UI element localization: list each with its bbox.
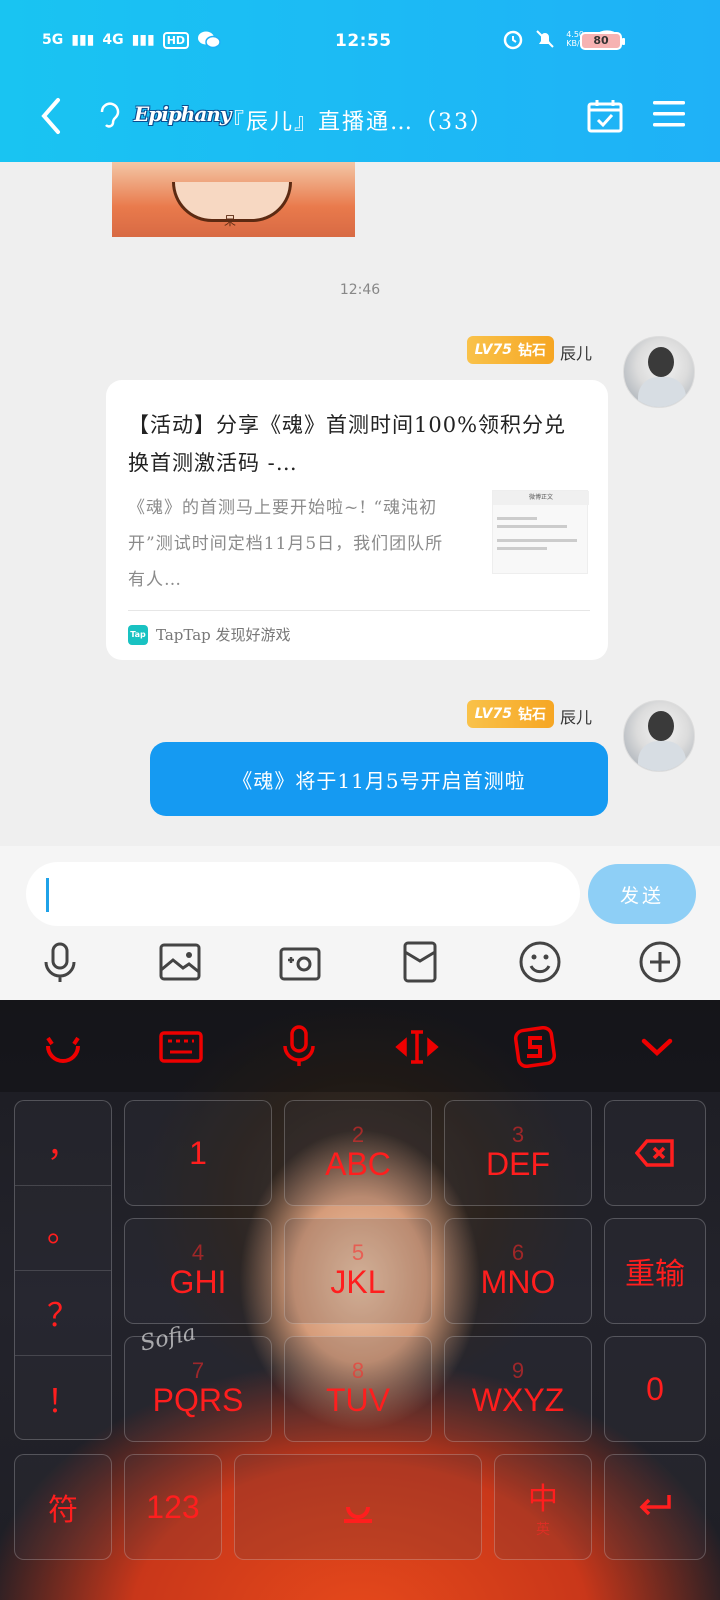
level-badge: LV75 钻石 <box>466 700 554 728</box>
level-badge: LV75 钻石 <box>466 336 554 364</box>
sogou-logo-icon[interactable] <box>512 1024 558 1070</box>
clock: 12:55 <box>335 31 392 51</box>
alarm-icon <box>503 30 523 50</box>
microphone-icon[interactable] <box>36 938 84 986</box>
sender-name: 辰儿 <box>559 708 592 727</box>
card-title: 【活动】分享《魂》首测时间100%领积分兑换首测激活码 -… <box>128 413 567 475</box>
title-row: Epiphany 『辰儿』直播通…（33） <box>0 88 720 148</box>
key-exclaim[interactable]: ！ <box>15 1356 111 1441</box>
card-source: Tap TapTap 发现好游戏 <box>128 624 291 645</box>
message-bubble[interactable]: 《魂》将于11月5号开启首测啦 <box>150 742 608 816</box>
avatar[interactable] <box>623 336 695 408</box>
network-4g-indicator: 4G <box>102 32 124 48</box>
keyboard-emoji-icon[interactable] <box>40 1024 86 1070</box>
language-toggle-key[interactable]: 中 英 <box>494 1454 592 1560</box>
chat-title[interactable]: 『辰儿』直播通…（33） <box>222 104 494 136</box>
message-input[interactable] <box>26 862 580 926</box>
wechat-icon <box>198 31 221 49</box>
image-icon[interactable] <box>156 938 204 986</box>
keyboard: ， 。 ？ ！ 1 2 ABC 3 DEF 4 GHI 5 JKL 6 MNO … <box>0 1000 720 1600</box>
avatar[interactable] <box>623 700 695 772</box>
key-tuv[interactable]: 8 TUV <box>284 1336 432 1442</box>
input-bar: 发送 <box>0 846 720 1000</box>
key-0[interactable]: 0 <box>604 1336 706 1442</box>
enter-icon <box>639 1495 671 1516</box>
keyboard-voice-icon[interactable] <box>276 1024 322 1070</box>
backspace-key[interactable] <box>604 1100 706 1206</box>
keyboard-switch-icon[interactable] <box>158 1024 204 1070</box>
message-timestamp: 12:46 <box>339 282 381 298</box>
signal-icon: ▮▮▮ <box>71 32 95 48</box>
key-wxyz[interactable]: 9 WXYZ <box>444 1336 592 1442</box>
red-packet-icon[interactable] <box>396 938 444 986</box>
reinput-key[interactable]: 重输 <box>604 1218 706 1324</box>
cursor-move-icon[interactable] <box>394 1024 440 1070</box>
key-mno[interactable]: 6 MNO <box>444 1218 592 1324</box>
key-1[interactable]: 1 <box>124 1100 272 1206</box>
input-toolbar <box>0 938 720 998</box>
microphone-icon <box>344 1506 372 1523</box>
key-jkl[interactable]: 5 JKL <box>284 1218 432 1324</box>
calendar-check-icon[interactable] <box>586 98 624 134</box>
space-key[interactable] <box>234 1454 482 1560</box>
send-button[interactable]: 发送 <box>588 864 696 924</box>
key-abc[interactable]: 2 ABC <box>284 1100 432 1206</box>
hd-indicator: HD <box>162 31 190 49</box>
taptap-icon: Tap <box>128 624 148 645</box>
symbols-key[interactable]: 符 <box>14 1454 112 1560</box>
network-5g-indicator: 5G <box>42 32 64 48</box>
card-description: 《魂》的首测马上要开始啦~! “魂沌初开”测试时间定档11月5日，我们团队所有人… <box>128 498 444 590</box>
group-logo: Epiphany <box>134 102 231 126</box>
chevron-down-icon[interactable] <box>634 1024 680 1070</box>
key-period[interactable]: 。 <box>15 1186 111 1271</box>
plus-icon[interactable] <box>636 938 684 986</box>
menu-icon[interactable] <box>652 98 686 130</box>
keyboard-toolbar <box>0 1000 720 1092</box>
ear-icon[interactable] <box>96 100 122 130</box>
key-question[interactable]: ？ <box>15 1271 111 1356</box>
backspace-icon <box>635 1139 674 1167</box>
enter-key[interactable] <box>604 1454 706 1560</box>
status-bar: 5G ▮▮▮ 4G ▮▮▮ HD 12:55 4.50 KB/s 80 <box>0 24 720 60</box>
text-caret <box>46 878 49 912</box>
sender-name: 辰儿 <box>559 344 592 363</box>
top-bar: 5G ▮▮▮ 4G ▮▮▮ HD 12:55 4.50 KB/s 80 Epip… <box>0 0 720 162</box>
mute-bell-icon <box>536 30 554 48</box>
shared-image[interactable]: 呆 <box>112 162 355 237</box>
camera-icon[interactable] <box>276 938 324 986</box>
punctuation-column: ， 。 ？ ！ <box>14 1100 112 1440</box>
back-arrow-icon[interactable] <box>36 96 66 136</box>
sender-info: LV75 钻石 辰儿 <box>466 700 592 728</box>
numbers-key[interactable]: 123 <box>124 1454 222 1560</box>
emoji-icon[interactable] <box>516 938 564 986</box>
sender-info: LV75 钻石 辰儿 <box>466 336 592 364</box>
key-ghi[interactable]: 4 GHI <box>124 1218 272 1324</box>
card-source-label: TapTap 发现好游戏 <box>156 626 291 644</box>
battery-indicator: 80 <box>580 32 625 50</box>
key-comma[interactable]: ， <box>15 1101 111 1186</box>
key-def[interactable]: 3 DEF <box>444 1100 592 1206</box>
link-card[interactable]: 【活动】分享《魂》首测时间100%领积分兑换首测激活码 -… 《魂》的首测马上要… <box>106 380 608 660</box>
image-tag: 呆 <box>224 214 237 228</box>
card-thumbnail: 微博正文 <box>492 490 589 574</box>
signal-icon: ▮▮▮ <box>131 32 155 48</box>
